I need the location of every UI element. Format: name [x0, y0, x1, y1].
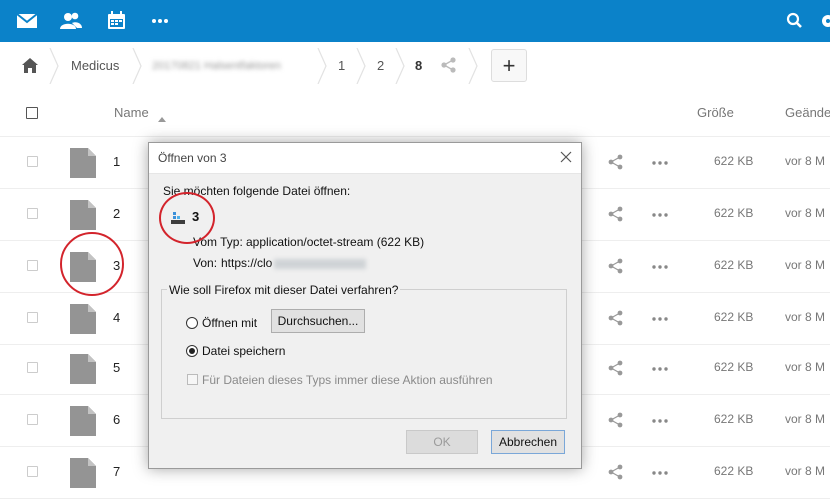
file-type-value: application/octet-stream (622 KB): [246, 235, 425, 249]
row-checkbox[interactable]: [27, 362, 38, 373]
file-modified: vor 8 M: [785, 360, 826, 374]
breadcrumb-item-8[interactable]: 8: [415, 42, 422, 90]
open-with-radio[interactable]: [186, 317, 198, 329]
always-do-this-label[interactable]: Für Dateien dieses Typs immer diese Akti…: [202, 373, 493, 387]
more-actions-icon[interactable]: [650, 309, 670, 327]
column-header-modified[interactable]: Geände: [785, 105, 830, 120]
share-icon[interactable]: [607, 258, 625, 274]
cancel-button[interactable]: Abbrechen: [491, 430, 565, 454]
share-icon[interactable]: [607, 360, 625, 376]
search-icon[interactable]: [785, 11, 807, 31]
open-file-dialog: Öffnen von 3 Sie möchten folgende Datei …: [148, 142, 582, 469]
file-modified: vor 8 M: [785, 464, 826, 478]
file-source-label: Von:: [193, 256, 218, 270]
file-modified: vor 8 M: [785, 206, 826, 220]
file-size: 622 KB: [714, 310, 754, 324]
select-all-checkbox[interactable]: [26, 107, 38, 119]
always-do-this-checkbox[interactable]: [187, 374, 198, 385]
share-icon[interactable]: [440, 56, 458, 74]
new-button[interactable]: +: [491, 49, 527, 82]
share-icon[interactable]: [607, 464, 625, 480]
breadcrumb: Medicus 20170821 Halsentfaktoren 1 2 8: [0, 42, 830, 90]
more-actions-icon[interactable]: [650, 359, 670, 377]
row-checkbox[interactable]: [27, 156, 38, 167]
breadcrumb-separator: [317, 47, 327, 85]
share-icon[interactable]: [607, 154, 625, 170]
file-icon: [70, 200, 96, 230]
file-name[interactable]: 4: [113, 310, 120, 325]
mail-icon[interactable]: [16, 11, 38, 31]
file-size: 622 KB: [714, 258, 754, 272]
breadcrumb-item-medicus[interactable]: Medicus: [71, 42, 119, 90]
breadcrumb-item-folder[interactable]: 20170821 Halsentfaktoren: [152, 42, 281, 90]
file-icon: [70, 354, 96, 384]
file-icon: [70, 304, 96, 334]
file-icon: [70, 148, 96, 178]
contacts-icon[interactable]: [60, 11, 82, 31]
more-actions-icon[interactable]: [650, 411, 670, 429]
breadcrumb-separator: [395, 47, 405, 85]
row-checkbox[interactable]: [27, 208, 38, 219]
column-header-size[interactable]: Größe: [697, 105, 734, 120]
more-actions-icon[interactable]: [650, 257, 670, 275]
row-checkbox[interactable]: [27, 466, 38, 477]
breadcrumb-item-2[interactable]: 2: [377, 42, 384, 90]
file-size: 622 KB: [714, 206, 754, 220]
file-size: 622 KB: [714, 360, 754, 374]
breadcrumb-separator: [49, 47, 59, 85]
row-checkbox[interactable]: [27, 312, 38, 323]
file-modified: vor 8 M: [785, 412, 826, 426]
more-actions-icon[interactable]: [650, 205, 670, 223]
breadcrumb-separator: [468, 47, 478, 85]
file-list-header: Name Größe Geände: [0, 90, 830, 137]
calendar-icon[interactable]: [106, 11, 128, 31]
more-actions-icon[interactable]: [650, 153, 670, 171]
settings-icon[interactable]: [820, 11, 830, 31]
file-source-value: https://clo: [221, 256, 367, 270]
row-checkbox[interactable]: [27, 260, 38, 271]
share-icon[interactable]: [607, 412, 625, 428]
file-name[interactable]: 6: [113, 412, 120, 427]
file-modified: vor 8 M: [785, 154, 826, 168]
more-actions-icon[interactable]: [650, 463, 670, 481]
browse-button[interactable]: Durchsuchen...: [271, 309, 365, 333]
top-navigation-bar: [0, 0, 830, 42]
file-size: 622 KB: [714, 154, 754, 168]
file-name[interactable]: 1: [113, 154, 120, 169]
home-icon[interactable]: [21, 57, 39, 74]
file-modified: vor 8 M: [785, 258, 826, 272]
close-icon[interactable]: [557, 148, 575, 166]
share-icon[interactable]: [607, 206, 625, 222]
highlight-circle: [159, 192, 215, 244]
highlight-circle: [60, 232, 124, 296]
file-icon: [70, 458, 96, 488]
breadcrumb-separator: [356, 47, 366, 85]
file-modified: vor 8 M: [785, 310, 826, 324]
file-name[interactable]: 5: [113, 360, 120, 375]
dialog-titlebar: Öffnen von 3: [149, 143, 581, 174]
save-file-radio[interactable]: [186, 345, 198, 357]
ok-button[interactable]: OK: [406, 430, 478, 454]
file-name[interactable]: 7: [113, 464, 120, 479]
breadcrumb-item-1[interactable]: 1: [338, 42, 345, 90]
row-checkbox[interactable]: [27, 414, 38, 425]
column-header-name[interactable]: Name: [114, 105, 149, 120]
file-size: 622 KB: [714, 464, 754, 478]
dialog-title: Öffnen von 3: [158, 151, 227, 165]
file-name[interactable]: 2: [113, 206, 120, 221]
file-size: 622 KB: [714, 412, 754, 426]
file-icon: [70, 406, 96, 436]
save-file-label[interactable]: Datei speichern: [202, 344, 285, 358]
open-with-label[interactable]: Öffnen mit: [202, 316, 257, 330]
more-apps-icon[interactable]: [151, 11, 173, 31]
sort-ascending-icon: [158, 109, 166, 122]
breadcrumb-separator: [132, 47, 142, 85]
share-icon[interactable]: [607, 310, 625, 326]
action-group-label: Wie soll Firefox mit dieser Datei verfah…: [167, 283, 401, 297]
